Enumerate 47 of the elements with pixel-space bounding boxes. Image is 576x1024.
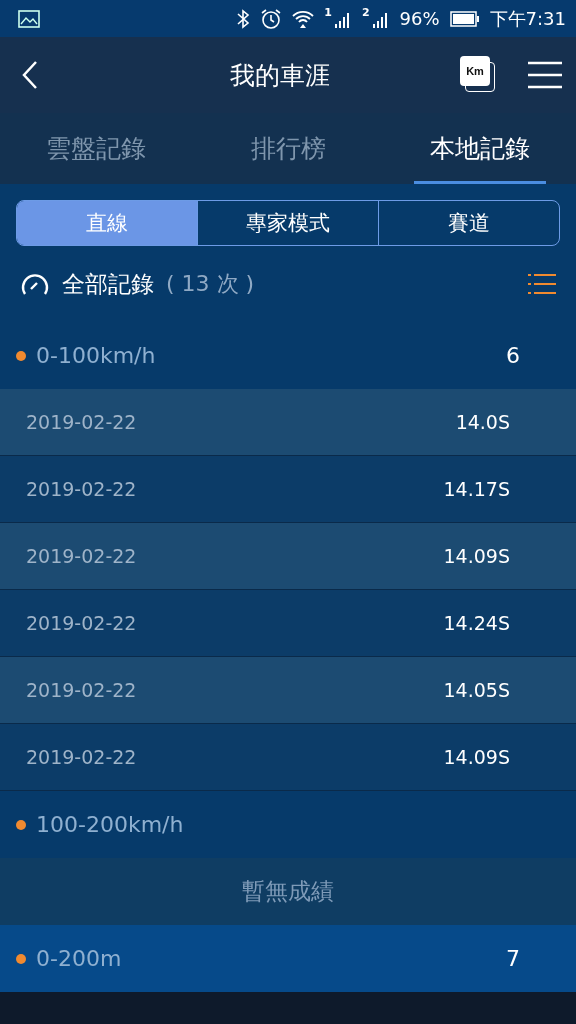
- record-date: 2019-02-22: [26, 545, 138, 568]
- alarm-icon: [260, 7, 283, 30]
- record-time: 14.09S: [443, 746, 510, 769]
- record-time: 14.17S: [443, 478, 510, 501]
- group-count: 7: [506, 946, 520, 972]
- wifi-icon: [292, 8, 315, 29]
- segment-button[interactable]: 專家模式: [197, 201, 378, 246]
- sim-label: 1: [324, 6, 332, 19]
- record-row[interactable]: 2019-02-22 14.05S: [0, 657, 576, 725]
- empty-message: 暫無成績: [242, 877, 334, 907]
- record-date: 2019-02-22: [26, 411, 138, 434]
- group-label: 0-100km/h: [36, 343, 157, 369]
- record-row[interactable]: 2019-02-22 14.09S: [0, 724, 576, 792]
- group-label: 0-200m: [36, 946, 123, 972]
- record-time: 14.0S: [455, 411, 510, 434]
- record-row[interactable]: 2019-02-22 14.0S: [0, 389, 576, 457]
- record-time: 14.05S: [443, 679, 510, 702]
- record-time: 14.09S: [443, 545, 510, 568]
- battery-percent: 96%: [399, 8, 440, 30]
- tab[interactable]: 排行榜: [222, 113, 354, 185]
- record-date: 2019-02-22: [26, 612, 138, 635]
- record-count: ( 13 次 ): [166, 270, 256, 299]
- list-button[interactable]: [528, 273, 556, 296]
- tab[interactable]: 雲盤記錄: [30, 113, 162, 185]
- group-header[interactable]: 0-200m 7: [0, 925, 576, 993]
- page-title: 我的車涯: [229, 59, 331, 92]
- record-time: 14.24S: [443, 612, 510, 635]
- summary-title: 全部記錄: [62, 269, 154, 299]
- record-date: 2019-02-22: [26, 478, 138, 501]
- bullet-icon: [16, 350, 26, 361]
- bullet-icon: [16, 953, 26, 964]
- bullet-icon: [16, 819, 26, 830]
- image-icon: [18, 9, 40, 28]
- record-row[interactable]: 2019-02-22 14.24S: [0, 590, 576, 658]
- segment-button[interactable]: 賽道: [378, 201, 559, 246]
- record-date: 2019-02-22: [26, 679, 138, 702]
- clock: 下午7:31: [489, 6, 566, 31]
- group-count: 6: [506, 343, 520, 369]
- record-date: 2019-02-22: [26, 746, 138, 769]
- bluetooth-icon: [236, 8, 251, 29]
- record-row[interactable]: 2019-02-22 14.17S: [0, 456, 576, 524]
- battery-icon: [449, 10, 480, 27]
- group-label: 100-200km/h: [36, 812, 185, 838]
- sim-label: 2: [361, 6, 370, 19]
- menu-button[interactable]: [528, 61, 562, 90]
- record-row[interactable]: 2019-02-22 14.09S: [0, 523, 576, 591]
- back-button[interactable]: [20, 60, 40, 91]
